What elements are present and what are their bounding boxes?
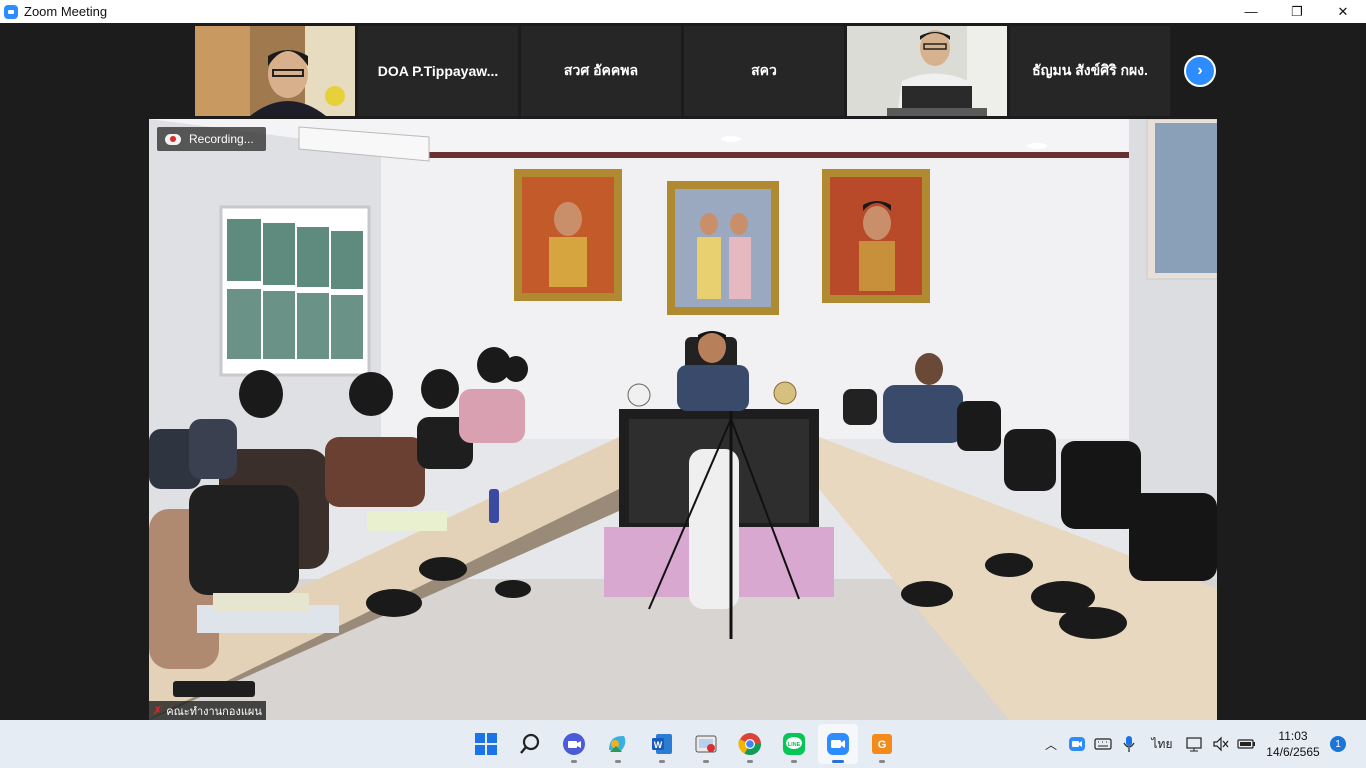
- participant-video-feed: [195, 26, 355, 116]
- windows-logo-icon: [475, 733, 497, 755]
- clock-time: 11:03: [1278, 729, 1308, 743]
- cloud-recording-icon: [165, 133, 181, 145]
- chevron-right-icon: ›: [1197, 62, 1203, 79]
- taskbar-apps: W LINE G: [466, 724, 902, 764]
- windows-taskbar: W LINE G ︿ ไทย 11:03 14/6/2565 1: [0, 720, 1366, 768]
- participant-name: สคว: [751, 62, 777, 78]
- tray-keyboard[interactable]: [1090, 720, 1116, 768]
- taskbar-line-app[interactable]: LINE: [774, 724, 814, 764]
- maximize-button[interactable]: ❐: [1274, 0, 1320, 23]
- taskbar-chrome-app[interactable]: [730, 724, 770, 764]
- running-indicator: [615, 760, 621, 763]
- running-indicator: [571, 760, 577, 763]
- photos-icon: [609, 735, 626, 752]
- chevron-up-icon: ︿: [1044, 737, 1057, 752]
- title-bar: Zoom Meeting — ❐ ✕: [0, 0, 1366, 23]
- window-controls: — ❐ ✕: [1228, 0, 1366, 23]
- zoom-tray-icon: [1069, 737, 1085, 751]
- tray-network[interactable]: [1182, 720, 1208, 768]
- search-button[interactable]: [510, 724, 550, 764]
- minimize-button[interactable]: —: [1228, 0, 1274, 23]
- next-page-button[interactable]: ›: [1184, 55, 1216, 87]
- running-indicator: [832, 760, 844, 763]
- show-hidden-icons-button[interactable]: ︿: [1038, 720, 1064, 768]
- participant-tile-video-1[interactable]: [195, 26, 355, 116]
- battery-icon: [1237, 739, 1255, 749]
- participant-name: DOA P.Tippayaw...: [377, 63, 499, 79]
- window-title: Zoom Meeting: [24, 4, 108, 19]
- participant-tile-video-5[interactable]: [847, 26, 1007, 116]
- chrome-icon: [738, 733, 761, 755]
- tray-zoom[interactable]: [1064, 720, 1090, 768]
- start-button[interactable]: [466, 724, 506, 764]
- keyboard-icon: [1094, 738, 1112, 750]
- microphone-icon: [1123, 736, 1135, 752]
- running-indicator: [879, 760, 885, 763]
- participant-tile-3[interactable]: สวศ อัคคพล: [521, 26, 681, 116]
- running-indicator: [791, 760, 797, 763]
- svg-text:LINE: LINE: [788, 742, 801, 748]
- taskbar-word-app[interactable]: W: [642, 724, 682, 764]
- participant-tile-2[interactable]: DOA P.Tippayaw...: [358, 26, 518, 116]
- meeting-area: DOA P.Tippayaw... สวศ อัคคพล สคว ธัญมน ส…: [0, 23, 1366, 720]
- taskbar-capture-app[interactable]: [686, 724, 726, 764]
- participant-video-feed: [847, 26, 1007, 116]
- language-indicator[interactable]: ไทย: [1142, 720, 1182, 768]
- line-icon: LINE: [783, 733, 805, 755]
- volume-muted-icon: [1213, 736, 1229, 752]
- tray-microphone[interactable]: [1116, 720, 1142, 768]
- microphone-muted-icon: ✗: [153, 705, 163, 717]
- taskbar-pdf-app[interactable]: G: [862, 724, 902, 764]
- conference-room-scene: [149, 119, 1217, 720]
- system-tray: ︿ ไทย 11:03 14/6/2565 1: [1038, 720, 1366, 768]
- zoom-icon: [563, 733, 585, 755]
- clock[interactable]: 11:03 14/6/2565: [1260, 728, 1326, 760]
- speaker-name-label: ✗ คณะทำงานกองแผน: [149, 701, 266, 720]
- participant-tile-4[interactable]: สคว: [684, 26, 844, 116]
- taskbar-zoom-meeting[interactable]: [818, 724, 858, 764]
- tray-volume[interactable]: [1208, 720, 1234, 768]
- svg-text:G: G: [878, 739, 887, 751]
- svg-text:W: W: [654, 740, 663, 750]
- recording-badge[interactable]: Recording...: [157, 127, 266, 151]
- running-indicator: [747, 760, 753, 763]
- recording-label: Recording...: [189, 132, 254, 146]
- taskbar-photos-app[interactable]: [598, 724, 638, 764]
- participant-name: สวศ อัคคพล: [563, 62, 639, 78]
- speaker-name: คณะทำงานกองแผน: [166, 705, 262, 718]
- main-video-feed[interactable]: Recording... ✗ คณะทำงานกองแผน: [149, 119, 1217, 720]
- notification-badge[interactable]: 1: [1330, 736, 1346, 752]
- participant-name: ธัญมน สังข์ศิริ กผง.: [1032, 62, 1148, 78]
- close-button[interactable]: ✕: [1320, 0, 1366, 23]
- word-icon: W: [652, 734, 672, 754]
- running-indicator: [703, 760, 709, 763]
- zoom-meeting-icon: [827, 733, 849, 755]
- clock-date: 14/6/2565: [1266, 745, 1320, 759]
- screen-capture-icon: [695, 735, 717, 753]
- tray-battery[interactable]: [1234, 720, 1260, 768]
- search-icon: [520, 733, 540, 754]
- participant-tile-6[interactable]: ธัญมน สังข์ศิริ กผง.: [1010, 26, 1170, 116]
- pdf-editor-icon: G: [872, 734, 892, 754]
- taskbar-zoom-app[interactable]: [554, 724, 594, 764]
- zoom-app-icon: [4, 4, 18, 19]
- network-icon: [1186, 737, 1202, 752]
- running-indicator: [659, 760, 665, 763]
- participant-strip: DOA P.Tippayaw... สวศ อัคคพล สคว ธัญมน ส…: [195, 26, 1170, 116]
